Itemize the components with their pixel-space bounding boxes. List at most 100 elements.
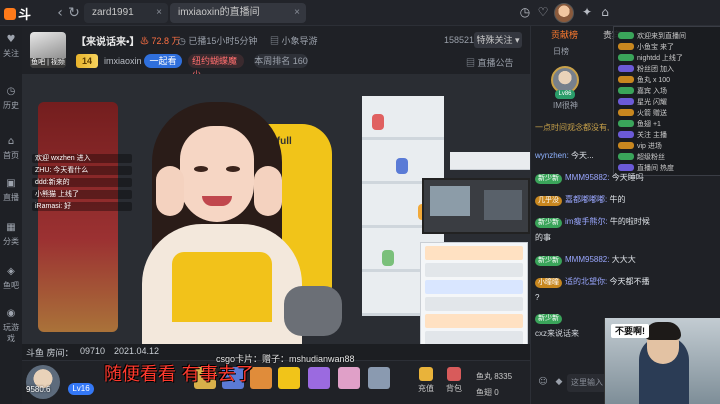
overlay-row [425,263,523,277]
tab-zard1991[interactable]: zard1991 × [84,3,168,23]
overlay-row [425,280,523,294]
fan-badge-icon[interactable]: ◆ [553,376,565,388]
badge-chip [618,109,634,116]
chat-message[interactable]: 几乎没 嘉都嘟嘟嘟: 牛的 [535,194,719,212]
anchor-name[interactable]: imxiaoxin [104,54,142,68]
flame-icon: ♨ [140,36,150,46]
video-player[interactable]: Autofull 欢迎 wxzhen [22,74,530,344]
close-tab-icon[interactable]: × [294,3,300,23]
stream-chat-line: 小熊猫 上线了 [32,190,132,199]
recharge-button[interactable]: 充值 [414,367,438,399]
stream-chat-line: iRamasi: 好 [32,202,132,211]
app-window: 斗鱼 ‹ ↻ zard1991× imxiaoxin的直播间× ◷ ♡ ✦ ⌂ … [0,0,720,404]
home-icon: ⌂ [7,136,15,147]
bag-icon [447,367,461,381]
camera-label: 不要啊! [611,324,649,338]
chat-message-cont: 的事 [535,233,551,242]
camera-person-hair [645,322,681,340]
sidebar-item-category[interactable]: ▦ 分类 [0,220,22,254]
streamer-hand [156,166,184,216]
viewer-list-row[interactable]: 小鱼宝 来了 [618,42,718,52]
live-duration: ◷ 已播15小时5分钟 [178,36,258,46]
backpack-button[interactable]: 背包 [442,367,466,399]
close-tab-icon[interactable]: × [156,3,162,23]
badge-chip [618,43,634,50]
toy-figure [382,250,394,266]
gamepad-icon: ◉ [6,308,16,319]
viewer-list-row[interactable]: 粉丝团 加入 [618,64,718,74]
favorite-icon[interactable]: ♡ [536,5,550,19]
overlay-window [430,186,470,216]
badge-chip [618,87,634,94]
overlay-chat-panel [420,242,528,344]
history-icon[interactable]: ◷ [518,5,532,19]
chat-message[interactable]: 新少新 MMM95882: 大大大 [535,254,719,272]
fish-ball-balance: 鱼丸 8335 [476,372,513,381]
task-icon[interactable]: ✦ [580,5,594,19]
fish-wing-balance: 鱼翅 0 [476,388,499,397]
viewer-list-row[interactable]: 欢迎来到直播间 [618,31,718,41]
tab-contribution[interactable]: 贡献榜 [551,28,578,42]
announcement[interactable]: ▤ 直播公告 [466,56,514,69]
anchor-avatar[interactable]: 鱼吧 | 视频 [30,32,66,68]
wardrobe-icon[interactable]: ⌂ [598,5,612,19]
watch-together-tag[interactable]: 一起看 [144,54,182,68]
overlay-row [425,297,523,311]
background-figure [38,102,118,332]
viewer-list-row[interactable]: 鱼丸 x 100 [618,75,718,85]
sidebar-item-history[interactable]: ◷ 历史 [0,84,22,118]
clock-icon: ◷ [6,86,16,97]
emoji-icon[interactable]: ☺ [537,376,549,388]
chat-message-cont: ? [535,293,540,302]
chat-input[interactable]: 这里输入 [567,374,607,392]
streamer-eye [226,166,240,172]
sidebar-item-home[interactable]: ⌂ 首页 [0,134,22,168]
user-avatar[interactable] [554,3,574,23]
room-title: 【来说话来•】 [76,37,140,48]
rank-period[interactable]: 日榜 [553,46,569,57]
chat-message[interactable]: 一点时间观念都没有, [535,122,719,140]
gift-item[interactable] [368,367,390,389]
stream-chat-line: 欢迎 wxzhen 进入 [32,154,132,163]
overlay-row [425,331,523,344]
heart-icon: ♥ [6,34,16,45]
stream-chat-overlay: 欢迎 wxzhen 进入 ZHU: 今天看什么 ddd:新来的 小熊猫 上线了 … [32,154,132,214]
follow-button[interactable]: 特殊关注 ▾ [474,32,522,48]
week-rank-tag[interactable]: 本周排名 160 [254,54,308,68]
refresh-icon[interactable]: ↻ [66,5,82,21]
streamer-camera-overlay: 不要啊! [604,318,720,404]
viewer-list-row[interactable]: nightdd 上线了 [618,53,718,63]
chevron-down-icon: ▾ [515,35,520,45]
streamer-face [180,126,254,222]
hot-count: ♨ 72.8 万 [140,36,181,46]
sidebar-item-fishbar[interactable]: ◈ 鱼吧 [0,264,22,298]
stream-chat-line: ddd:新来的 [32,178,132,187]
top-contributor-name[interactable]: IM很神 [553,100,578,111]
sidebar-item-games[interactable]: ◉ 玩游戏 [0,306,22,343]
streamer-hand [254,166,282,216]
gift-item[interactable] [308,367,330,389]
room-category[interactable]: ▤ 小象导游 [270,34,318,47]
title-tag[interactable]: 纽约蝴蝶魔少 [188,54,244,80]
tab-room[interactable]: imxiaoxin的直播间 × [170,3,306,23]
sidebar-item-live[interactable]: ▣ 直播 [0,176,22,210]
gift-bar: 9580.6 Lv16 充值 背包 鱼丸 8335 鱼翅 0 [22,360,530,404]
tv-icon: ▣ [6,178,16,189]
douyu-logo[interactable]: 斗鱼 [4,4,40,41]
gift-item[interactable] [338,367,360,389]
anchor-level-badge: 14 [76,54,98,68]
stream-browser-bar [450,152,530,170]
badge-chip [618,65,634,72]
chat-message[interactable]: wynzhen: 今天... [535,150,719,168]
room-header: 鱼吧 | 视频 【来说话来•】 ♨ 72.8 万 ◷ 已播15小时5分钟 ▤ 小… [22,26,530,80]
microphone [284,286,342,336]
overlay-window [484,190,522,220]
gift-item[interactable] [278,367,300,389]
viewer-list-row[interactable]: 星光 闪耀 [618,97,718,107]
chat-message[interactable]: 新少新 MMM95882: 今天睡吗 [535,172,719,190]
viewer-list-row[interactable]: 火箭 赠送 [618,108,718,118]
viewer-list-row[interactable]: 嘉宾 入场 [618,86,718,96]
clock-icon: ◷ [178,36,186,46]
sidebar-item-follow[interactable]: ♥ 关注 [0,32,22,66]
grid-icon: ▦ [6,222,16,233]
